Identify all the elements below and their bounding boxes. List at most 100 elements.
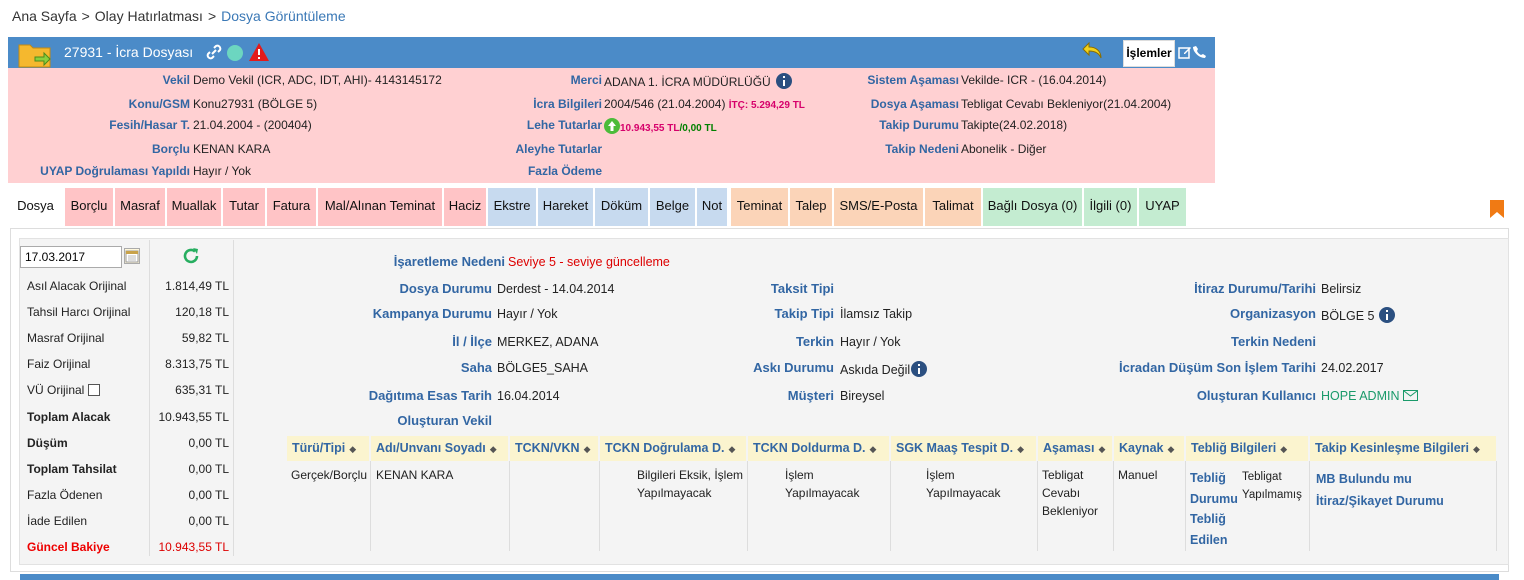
mail-icon[interactable] — [1402, 390, 1418, 401]
info-icon[interactable] — [1378, 307, 1395, 323]
tab-fatura[interactable]: Fatura — [267, 188, 316, 226]
il-ilce-label: İl / İlçe — [452, 334, 492, 349]
terkin-value: Hayır / Yok — [840, 335, 901, 349]
date-input[interactable] — [20, 246, 122, 268]
tab-dokum[interactable]: Döküm — [595, 188, 648, 226]
uyap-value: Hayır / Yok — [193, 164, 252, 178]
col-header-turu[interactable]: Türü/Tipi ◆ — [287, 436, 369, 461]
summary-value: 10.943,55 TL — [158, 410, 229, 424]
col-header-tckn[interactable]: TCKN/VKN ◆ — [510, 436, 598, 461]
tab-dosya[interactable]: Dosya — [8, 188, 63, 226]
tab-muallak[interactable]: Muallak — [167, 188, 221, 226]
musteri-label: Müşteri — [787, 388, 834, 403]
col-header-adi[interactable]: Adı/Unvanı Soyadı ◆ — [371, 436, 508, 461]
sistem-label: Sistem Aşaması — [867, 73, 959, 87]
edit-icon[interactable] — [1178, 45, 1192, 59]
summary-label: Düşüm — [27, 436, 68, 450]
summary-value: 1.814,49 TL — [165, 279, 229, 293]
dagitim-value: 16.04.2014 — [497, 389, 560, 403]
tab-teminat[interactable]: Teminat — [731, 188, 788, 226]
summary-label: Asıl Alacak Orijinal — [27, 279, 127, 293]
lehe-value-2: 0,00 TL — [682, 123, 717, 134]
summary-value: 120,18 TL — [175, 305, 229, 319]
tab-talep[interactable]: Talep — [790, 188, 832, 226]
info-icon[interactable] — [776, 73, 793, 89]
col-header-teblig[interactable]: Tebliğ Bilgileri ◆ — [1186, 436, 1308, 461]
tab-tutar[interactable]: Tutar — [223, 188, 265, 226]
breadcrumb-home[interactable]: Ana Sayfa — [12, 8, 77, 24]
olusturan-kullanici-link[interactable]: HOPE ADMIN — [1321, 389, 1400, 403]
vu-checkbox[interactable] — [87, 384, 100, 396]
tab-masraf[interactable]: Masraf — [115, 188, 165, 226]
breadcrumb: Ana Sayfa > Olay Hatırlatması > Dosya Görünt… — [12, 8, 346, 24]
back-arrow-icon[interactable] — [1081, 41, 1103, 61]
merci-label: Merci — [570, 73, 602, 87]
summary-value: 59,82 TL — [181, 331, 229, 345]
islemler-button[interactable]: İşlemler — [1123, 40, 1175, 67]
dosya-asamasi-value: Tebligat Cevabı Bekleniyor(21.04.2004) — [961, 97, 1172, 111]
footer-bar — [20, 574, 1499, 580]
teblig-durumu-value: Tebligat Yapılmamış — [1242, 471, 1302, 501]
tab-not[interactable]: Not — [697, 188, 727, 226]
col-header-kaynak[interactable]: Kaynak ◆ — [1114, 436, 1184, 461]
col-header-asama[interactable]: Aşaması ◆ — [1038, 436, 1112, 461]
icra-value: 2004/546 (21.04.2004) — [604, 97, 726, 111]
col-header-tckn-dogrulama[interactable]: TCKN Doğrulama D. ◆ — [600, 436, 746, 461]
itiraz-label: İtiraz Durumu/Tarihi — [1194, 281, 1316, 296]
tab-haciz[interactable]: Haciz — [444, 188, 486, 226]
summary-value: 8.313,75 TL — [165, 357, 229, 371]
takip-nedeni-value: Abonelik - Diğer — [961, 142, 1047, 156]
cell-sgk: İşlem Yapılmayacak — [926, 468, 1001, 500]
summary-label: Toplam Tahsilat — [27, 462, 117, 476]
divider — [370, 461, 371, 551]
organizasyon-value: BÖLGE 5 — [1321, 309, 1375, 323]
kampanya-value: Hayır / Yok — [497, 307, 558, 321]
organizasyon-label: Organizasyon — [1230, 306, 1316, 321]
lehe-value-1: 10.943,55 TL — [620, 123, 680, 134]
col-header-sgk[interactable]: SGK Maaş Tespit D. ◆ — [891, 436, 1036, 461]
tab-borclu[interactable]: Borçlu — [65, 188, 113, 226]
tab-uyap[interactable]: UYAP — [1139, 188, 1186, 226]
tab-ilgili[interactable]: İlgili (0) — [1084, 188, 1137, 226]
warning-icon[interactable] — [248, 42, 270, 62]
olusturan-vekil-label: Oluşturan Vekil — [397, 413, 492, 428]
link-icon[interactable] — [206, 44, 222, 60]
borclu-value: KENAN KARA — [193, 142, 271, 156]
tab-mal-alinan-teminat[interactable]: Mal/Alınan Teminat — [318, 188, 442, 226]
breadcrumb-olay[interactable]: Olay Hatırlatması — [95, 8, 203, 24]
teblig-edilen-label: Tebliğ Edilen — [1190, 512, 1228, 547]
divider — [1037, 461, 1038, 551]
dosya-asamasi-label: Dosya Aşaması — [870, 97, 959, 111]
takip-tipi-label: Takip Tipi — [774, 306, 834, 321]
takip-nedeni-label: Takip Nedeni — [885, 142, 959, 156]
vekil-value: Demo Vekil (ICR, ADC, IDT, AHI)- 4143145… — [193, 73, 442, 87]
bookmark-icon[interactable] — [1489, 200, 1505, 218]
col-header-kesinlesme[interactable]: Takip Kesinleşme Bilgileri ◆ — [1310, 436, 1496, 461]
tab-ekstre[interactable]: Ekstre — [488, 188, 536, 226]
cell-asama: Tebligat Cevabı Bekleniyor — [1042, 468, 1099, 518]
summary-label: VÜ Orijinal — [27, 383, 85, 397]
tab-belge[interactable]: Belge — [650, 188, 695, 226]
calendar-icon[interactable] — [124, 248, 140, 264]
musteri-value: Bireysel — [840, 389, 885, 403]
info-icon[interactable] — [911, 361, 928, 377]
divider — [1309, 461, 1310, 551]
col-header-tckn-doldurma[interactable]: TCKN Doldurma D. ◆ — [748, 436, 889, 461]
tab-hareket[interactable]: Hareket — [538, 188, 593, 226]
dosya-durumu-value: Derdest - 14.04.2014 — [497, 282, 615, 296]
phone-icon[interactable] — [1193, 45, 1207, 59]
saha-value: BÖLGE5_SAHA — [497, 361, 589, 375]
cell-tckn-doldurma: İşlem Yapılmayacak — [785, 468, 860, 500]
fazla-odeme-label: Fazla Ödeme — [527, 164, 602, 178]
lehe-label: Lehe Tutarlar — [526, 118, 602, 132]
itiraz-value: Belirsiz — [1321, 282, 1362, 296]
refresh-icon[interactable] — [181, 246, 201, 266]
takip-durumu-label: Takip Durumu — [879, 118, 959, 132]
divider — [1113, 461, 1114, 551]
tab-bagli-dosya[interactable]: Bağlı Dosya (0) — [983, 188, 1082, 226]
summary-value: 0,00 TL — [188, 462, 229, 476]
tab-sms-eposta[interactable]: SMS/E-Posta — [834, 188, 923, 226]
file-info-panel: Vekil Demo Vekil (ICR, ADC, IDT, AHI)- 4… — [8, 68, 1215, 183]
breadcrumb-current: Dosya Görüntüleme — [221, 8, 346, 24]
tab-talimat[interactable]: Talimat — [925, 188, 981, 226]
